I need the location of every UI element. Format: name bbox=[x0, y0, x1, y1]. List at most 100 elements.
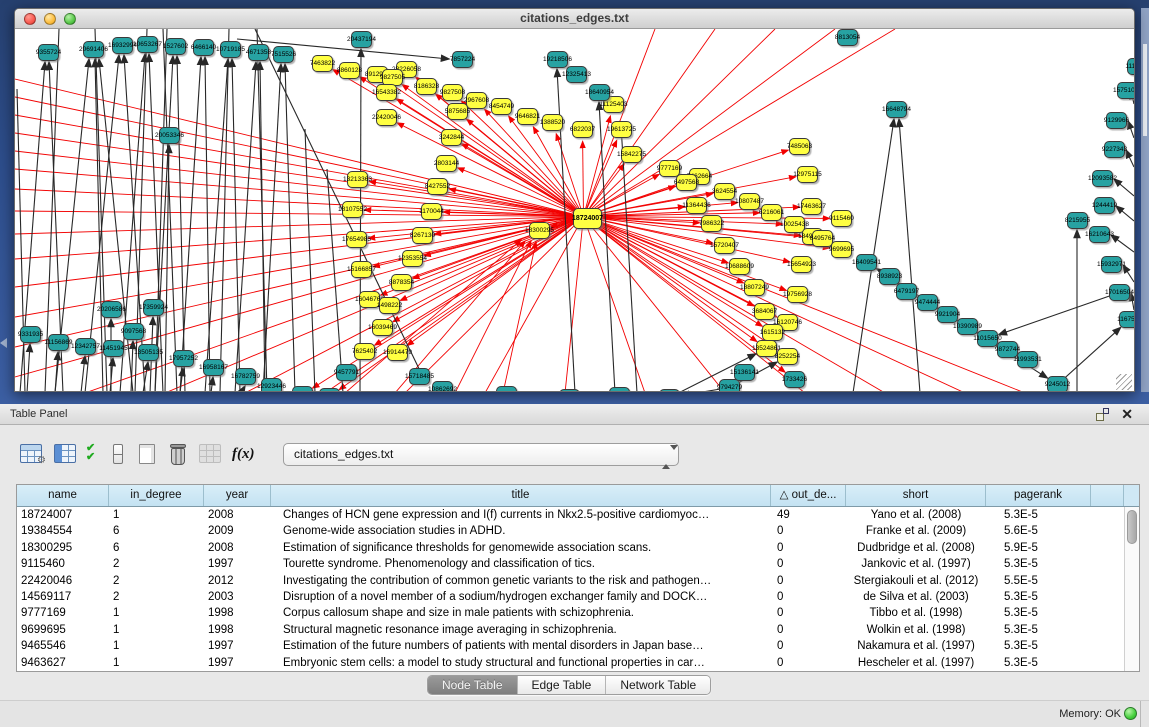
column-header-out_de...[interactable]: △ out_de... bbox=[771, 485, 846, 506]
table-selector-dropdown[interactable]: citations_edges.txt bbox=[283, 443, 679, 466]
graph-node[interactable]: 17463627 bbox=[801, 198, 822, 215]
graph-node[interactable]: 15718485 bbox=[409, 368, 430, 385]
graph-node[interactable]: 7485063 bbox=[789, 138, 810, 155]
graph-node[interactable]: 11993531 bbox=[1017, 351, 1038, 368]
table-row[interactable]: 911546021997Tourette syndrome. Phenomeno… bbox=[17, 556, 1139, 572]
graph-node[interactable]: 10390989 bbox=[957, 318, 978, 335]
graph-node[interactable]: 9355724 bbox=[38, 44, 59, 61]
graph-node[interactable]: 8267130 bbox=[412, 227, 433, 244]
panel-collapse-arrow-icon[interactable] bbox=[0, 338, 7, 348]
graph-node[interactable]: 10862692 bbox=[432, 381, 453, 392]
close-panel-icon[interactable]: ✕ bbox=[1121, 406, 1133, 423]
split-panel-icon[interactable] bbox=[113, 444, 123, 464]
graph-node[interactable]: 8495764 bbox=[812, 230, 833, 247]
graph-node[interactable]: 8860128 bbox=[339, 62, 360, 79]
graph-node[interactable]: 7986322 bbox=[701, 215, 722, 232]
column-header-name[interactable]: name bbox=[17, 485, 109, 506]
graph-node[interactable]: 18807249 bbox=[744, 279, 765, 296]
graph-node[interactable]: 12610155 bbox=[609, 387, 630, 392]
graph-node[interactable]: 20437194 bbox=[351, 31, 372, 48]
graph-node[interactable]: 11364436 bbox=[686, 197, 707, 214]
graph-node[interactable]: 17359924 bbox=[143, 299, 164, 316]
graph-node[interactable]: 9457791 bbox=[336, 364, 357, 381]
graph-node[interactable]: 10688609 bbox=[729, 258, 750, 275]
graph-node[interactable]: 9699695 bbox=[831, 241, 852, 258]
graph-node[interactable]: 1498222 bbox=[379, 297, 400, 314]
graph-node[interactable]: 7625402 bbox=[354, 343, 375, 360]
graph-node[interactable]: 13505135 bbox=[138, 344, 159, 361]
graph-node[interactable]: 6822037 bbox=[572, 121, 593, 138]
graph-node[interactable]: 20053346 bbox=[159, 127, 180, 144]
graph-node[interactable]: 19756928 bbox=[787, 286, 808, 303]
graph-node[interactable]: 16914479 bbox=[387, 344, 408, 361]
network-window-titlebar[interactable]: citations_edges.txt bbox=[15, 9, 1134, 29]
graph-node[interactable]: 16543382 bbox=[376, 84, 397, 101]
window-resize-grip[interactable] bbox=[1116, 374, 1132, 390]
graph-node[interactable]: 9474444 bbox=[917, 294, 938, 311]
table-row[interactable]: 946362711997Embryonic stem cells: a mode… bbox=[17, 655, 1139, 671]
graph-node[interactable]: 8252254 bbox=[777, 348, 798, 365]
graph-node[interactable]: 20206586 bbox=[101, 301, 122, 318]
float-panel-icon[interactable] bbox=[1096, 408, 1109, 421]
graph-node[interactable]: 1615132 bbox=[762, 324, 783, 341]
table-scrollbar[interactable] bbox=[1124, 507, 1139, 671]
table-row[interactable]: 977716911998Corpus callosum shape and si… bbox=[17, 605, 1139, 621]
graph-node[interactable]: 2967608 bbox=[466, 92, 487, 109]
graph-node[interactable]: 22420046 bbox=[376, 109, 397, 126]
graph-node[interactable]: 17957252 bbox=[173, 350, 194, 367]
graph-node[interactable]: 11156869 bbox=[48, 334, 69, 351]
table-row[interactable]: 1830029562008Estimation of significance … bbox=[17, 540, 1139, 556]
graph-node[interactable]: 16210643 bbox=[1089, 226, 1110, 243]
graph-node[interactable]: 9129966 bbox=[1106, 112, 1127, 129]
graph-node[interactable]: 4671358 bbox=[248, 44, 269, 61]
column-header-in_degree[interactable]: in_degree bbox=[109, 485, 204, 506]
delete-attribute-icon[interactable] bbox=[169, 444, 187, 465]
table-row[interactable]: 1938455462009Genome-wide association stu… bbox=[17, 523, 1139, 539]
graph-node[interactable]: 9646821 bbox=[517, 108, 538, 125]
column-header-year[interactable]: year bbox=[204, 485, 271, 506]
network-canvas[interactable]: 1872400718300295746382288601288912954282… bbox=[15, 29, 1134, 392]
graph-node[interactable]: 2803144 bbox=[436, 155, 457, 172]
graph-node[interactable]: 7463822 bbox=[312, 55, 333, 72]
graph-node[interactable]: 10653267 bbox=[137, 36, 158, 53]
column-header-short[interactable]: short bbox=[846, 485, 986, 506]
graph-node[interactable]: 8878354 bbox=[391, 274, 412, 291]
new-attribute-icon[interactable] bbox=[139, 444, 155, 464]
graph-node[interactable]: 15720407 bbox=[714, 237, 735, 254]
select-column-icon[interactable] bbox=[54, 444, 76, 463]
table-row[interactable]: 946554611997Estimation of the future num… bbox=[17, 638, 1139, 654]
graph-node[interactable]: 16782759 bbox=[235, 368, 256, 385]
graph-node[interactable]: 7515526 bbox=[273, 46, 294, 63]
graph-node[interactable]: 18300295 bbox=[529, 222, 550, 239]
graph-node[interactable]: 5875685 bbox=[447, 103, 468, 120]
graph-node[interactable]: 13524861 bbox=[756, 340, 777, 357]
graph-node[interactable]: 18724007 bbox=[573, 208, 602, 229]
graph-node[interactable]: 15166857 bbox=[351, 261, 372, 278]
graph-node[interactable]: 8813054 bbox=[837, 29, 858, 46]
tab-node-table[interactable]: Node Table bbox=[428, 676, 518, 694]
graph-node[interactable]: 9506544 bbox=[496, 386, 517, 392]
graph-node[interactable]: 16039469 bbox=[372, 319, 393, 336]
table-row[interactable]: 969969511998Structural magnetic resonanc… bbox=[17, 622, 1139, 638]
table-row[interactable]: 2242004622012Investigating the contribut… bbox=[17, 573, 1139, 589]
graph-node[interactable]: 9245012 bbox=[1047, 376, 1068, 392]
function-builder-icon[interactable]: f(x) bbox=[232, 446, 255, 463]
graph-node[interactable]: 18107552 bbox=[342, 201, 363, 218]
graph-node[interactable]: 12353554 bbox=[402, 250, 423, 267]
graph-node[interactable]: 7857224 bbox=[452, 51, 473, 68]
table-settings-icon[interactable]: ⚙ bbox=[20, 444, 42, 463]
graph-node[interactable]: 9097568 bbox=[123, 323, 144, 340]
table-row[interactable]: 1872400712008Changes of HCN gene express… bbox=[17, 507, 1139, 523]
graph-node[interactable]: 11451945 bbox=[103, 340, 124, 357]
graph-node[interactable]: 9115460 bbox=[831, 210, 852, 227]
graph-node[interactable]: 18640954 bbox=[589, 84, 610, 101]
graph-node[interactable]: 8186328 bbox=[416, 78, 437, 95]
graph-node[interactable]: 8454749 bbox=[491, 98, 512, 115]
graph-node[interactable]: 9005133 bbox=[292, 386, 313, 392]
graph-node[interactable]: 9794279 bbox=[719, 379, 740, 392]
graph-node[interactable]: 15842275 bbox=[621, 146, 642, 163]
graph-node[interactable]: 11157001 bbox=[559, 389, 580, 392]
tab-network-table[interactable]: Network Table bbox=[606, 676, 710, 694]
graph-node[interactable]: 6216061 bbox=[761, 204, 782, 221]
graph-node[interactable]: 6497568 bbox=[676, 174, 697, 191]
